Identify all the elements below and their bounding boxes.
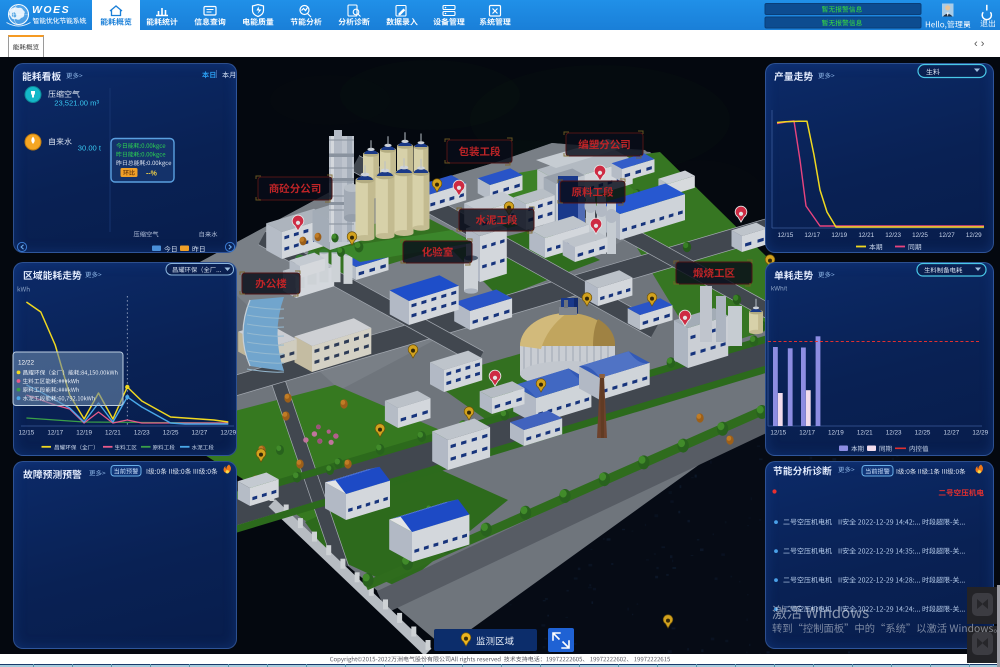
svg-text:12/29: 12/29 — [966, 232, 982, 239]
svg-text:12/29: 12/29 — [972, 430, 988, 437]
svg-text:12/19: 12/19 — [828, 430, 844, 437]
svg-text:12/23: 12/23 — [886, 430, 902, 437]
svg-text:12/15: 12/15 — [770, 430, 786, 437]
svg-text:12/27: 12/27 — [939, 232, 955, 239]
svg-text:12/27: 12/27 — [192, 430, 208, 437]
svg-text:12/21: 12/21 — [105, 430, 121, 437]
svg-text:12/17: 12/17 — [799, 430, 815, 437]
svg-text:12/25: 12/25 — [163, 430, 179, 437]
svg-text:--%: --% — [146, 171, 158, 178]
svg-text:12/22: 12/22 — [18, 360, 34, 367]
svg-text:12/21: 12/21 — [857, 430, 873, 437]
svg-text:12/21: 12/21 — [858, 232, 874, 239]
svg-text:12/23: 12/23 — [885, 232, 901, 239]
svg-text:12/15: 12/15 — [778, 232, 794, 239]
svg-text:12/23: 12/23 — [134, 430, 150, 437]
svg-text:kWh/t: kWh/t — [771, 286, 787, 293]
svg-text:12/25: 12/25 — [912, 232, 928, 239]
svg-text:30.00 t: 30.00 t — [78, 144, 102, 153]
svg-text:12/19: 12/19 — [831, 232, 847, 239]
svg-text:12/25: 12/25 — [915, 430, 931, 437]
svg-text:12/15: 12/15 — [19, 430, 35, 437]
svg-text:23,521.00 m³: 23,521.00 m³ — [54, 99, 99, 108]
svg-text:12/17: 12/17 — [804, 232, 820, 239]
svg-text:12/17: 12/17 — [47, 430, 63, 437]
svg-text:12/27: 12/27 — [944, 430, 960, 437]
svg-text:12/29: 12/29 — [220, 430, 236, 437]
svg-text:12/19: 12/19 — [76, 430, 92, 437]
